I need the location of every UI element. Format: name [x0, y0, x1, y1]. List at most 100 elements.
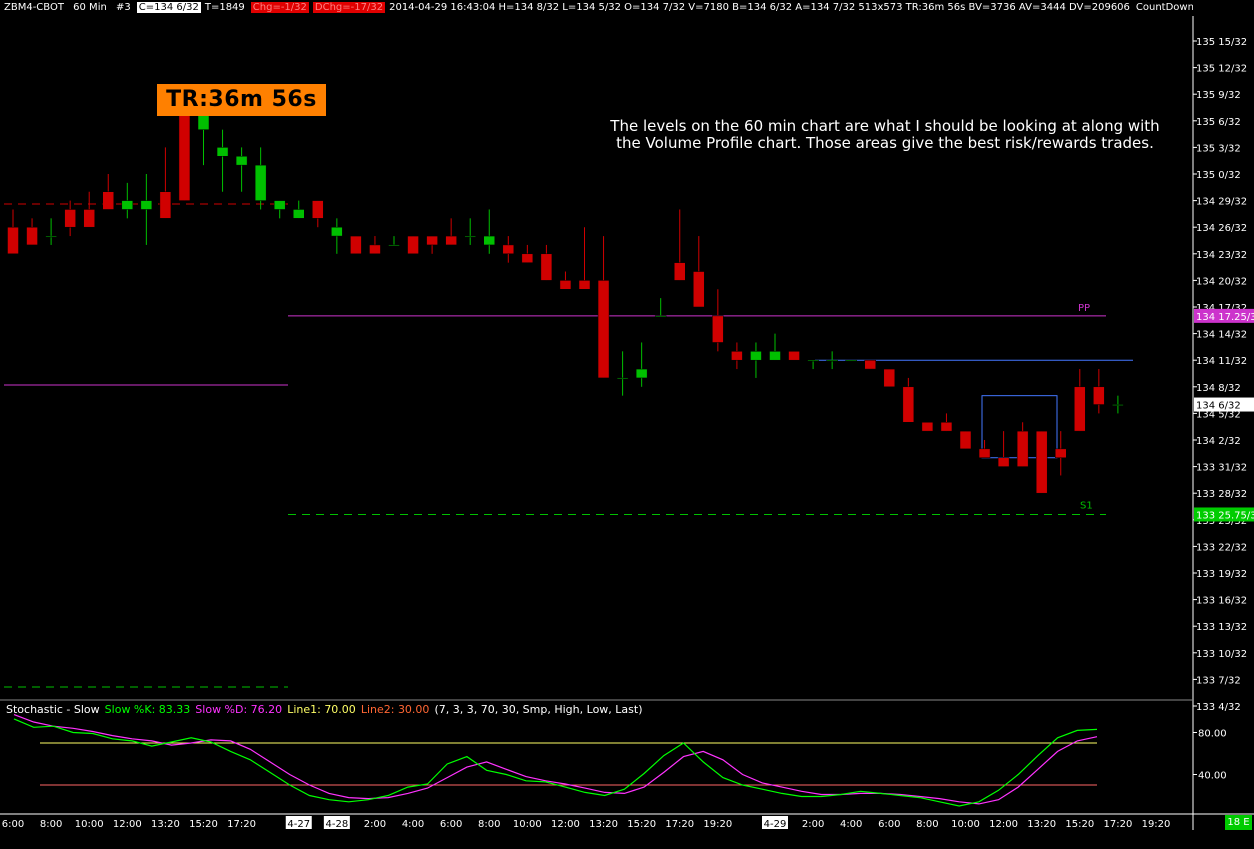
price-tick-label: 133 10/32: [1196, 649, 1247, 660]
time-label: 8:00: [478, 819, 500, 830]
candle-body: [693, 271, 705, 308]
time-label: 10:00: [75, 819, 104, 830]
candle-body: [1055, 448, 1067, 458]
stoch-d-value: Slow %D: 76.20: [195, 703, 283, 716]
time-label: 6:00: [2, 819, 24, 830]
candle-body: [731, 351, 743, 361]
candle-body: [388, 244, 400, 247]
candle-body: [502, 244, 515, 255]
candle-body: [521, 253, 534, 263]
price-tick-label: 135 0/32: [1196, 170, 1241, 181]
candle-body: [140, 200, 153, 210]
candle-body: [445, 235, 457, 246]
time-label: 10:00: [951, 819, 980, 830]
candle-body: [959, 430, 972, 450]
candle-body: [750, 351, 762, 361]
price-tick-label: 133 31/32: [1196, 463, 1247, 474]
time-label: 8:00: [916, 819, 938, 830]
candle-body: [788, 351, 800, 361]
stoch-line2: Line2: 30.00: [360, 703, 430, 716]
candle-body: [121, 200, 134, 210]
candle-body: [845, 359, 857, 362]
candle-body: [312, 200, 324, 219]
price-tick-label: 133 22/32: [1196, 542, 1247, 553]
stoch-params: (7, 3, 3, 70, 30, Smp, High, Low, Last): [434, 703, 643, 716]
candle-body: [921, 422, 934, 432]
price-tick-label: 135 9/32: [1196, 90, 1241, 101]
time-label: 15:20: [627, 819, 656, 830]
time-label: 17:20: [227, 819, 256, 830]
candle-body: [293, 209, 305, 219]
candle-body: [674, 262, 686, 281]
time-label: 12:00: [989, 819, 1018, 830]
stoch-k-line: [13, 718, 1098, 807]
time-label: 15:20: [189, 819, 218, 830]
price-tick-label: 134 23/32: [1196, 250, 1247, 261]
candle-body: [64, 209, 76, 228]
candle-body: [826, 359, 838, 362]
time-label: 12:00: [551, 819, 580, 830]
time-label: 13:20: [151, 819, 180, 830]
candle-body: [597, 280, 610, 379]
time-label: 6:00: [878, 819, 900, 830]
time-label: 15:20: [1065, 819, 1094, 830]
candle-body: [540, 253, 553, 281]
stoch-name: Stochastic - Slow: [6, 703, 100, 716]
price-tick-label: 133 13/32: [1196, 622, 1247, 633]
candle-body: [45, 235, 57, 238]
candle-body: [864, 359, 876, 370]
date-label: 4-27: [287, 819, 310, 830]
price-tick-label: 135 12/32: [1196, 64, 1247, 75]
last-price-box: 134 6/32: [1196, 401, 1241, 412]
candle-body: [578, 280, 591, 290]
candle-body: [1112, 404, 1124, 406]
stoch-d-line: [13, 714, 1098, 805]
pivot-price-box: 134 17.25/32: [1196, 312, 1254, 323]
time-label: 4:00: [402, 819, 424, 830]
candle-body: [7, 226, 19, 255]
candle-body: [1035, 430, 1048, 494]
candle-body: [635, 368, 648, 379]
candle-body: [616, 377, 629, 380]
time-label: 8:00: [40, 819, 62, 830]
candle-body: [235, 156, 248, 166]
stoch-tick-label: 40.00: [1198, 771, 1227, 782]
candle-body: [331, 226, 343, 237]
time-label: 13:20: [589, 819, 618, 830]
price-tick-label: 135 3/32: [1196, 143, 1241, 154]
price-tick-label: 134 2/32: [1196, 436, 1241, 447]
candle-body: [1016, 430, 1029, 467]
stochastic-legend: Stochastic - Slow Slow %K: 83.33 Slow %D: …: [6, 703, 648, 717]
price-tick-label: 133 19/32: [1196, 569, 1247, 580]
candle-body: [883, 368, 896, 388]
candle-body: [102, 191, 114, 210]
time-remaining-badge: TR:36m 56s: [157, 84, 326, 116]
time-label: 19:20: [703, 819, 732, 830]
candle-body: [350, 235, 362, 255]
price-tick-label: 135 15/32: [1196, 37, 1247, 48]
pivot-label: PP: [1078, 303, 1090, 314]
candle-body: [902, 386, 915, 423]
time-label: 2:00: [364, 819, 386, 830]
candle-body: [807, 359, 819, 362]
support-price-box: 133 25.75/32: [1196, 510, 1254, 521]
time-label: 12:00: [113, 819, 142, 830]
stoch-line1: Line1: 70.00: [287, 703, 356, 716]
price-tick-label: 134 11/32: [1196, 356, 1247, 367]
price-tick-label: 133 7/32: [1196, 675, 1241, 686]
price-tick-label: 133 28/32: [1196, 489, 1247, 500]
time-label: 17:20: [1103, 819, 1132, 830]
candle-body: [1074, 386, 1086, 432]
candle-body: [83, 209, 95, 228]
candle-body: [978, 448, 991, 458]
candle-body: [464, 235, 476, 238]
candle-body: [273, 200, 286, 210]
time-label: 10:00: [513, 819, 542, 830]
price-tick-label: 134 8/32: [1196, 383, 1241, 394]
price-tick-label: 134 26/32: [1196, 223, 1247, 234]
candle-body: [407, 235, 419, 255]
candle-body: [559, 280, 572, 290]
time-label: 6:00: [440, 819, 462, 830]
time-label: 4:00: [840, 819, 862, 830]
chart-annotation: The levels on the 60 min chart are what …: [610, 117, 1160, 152]
